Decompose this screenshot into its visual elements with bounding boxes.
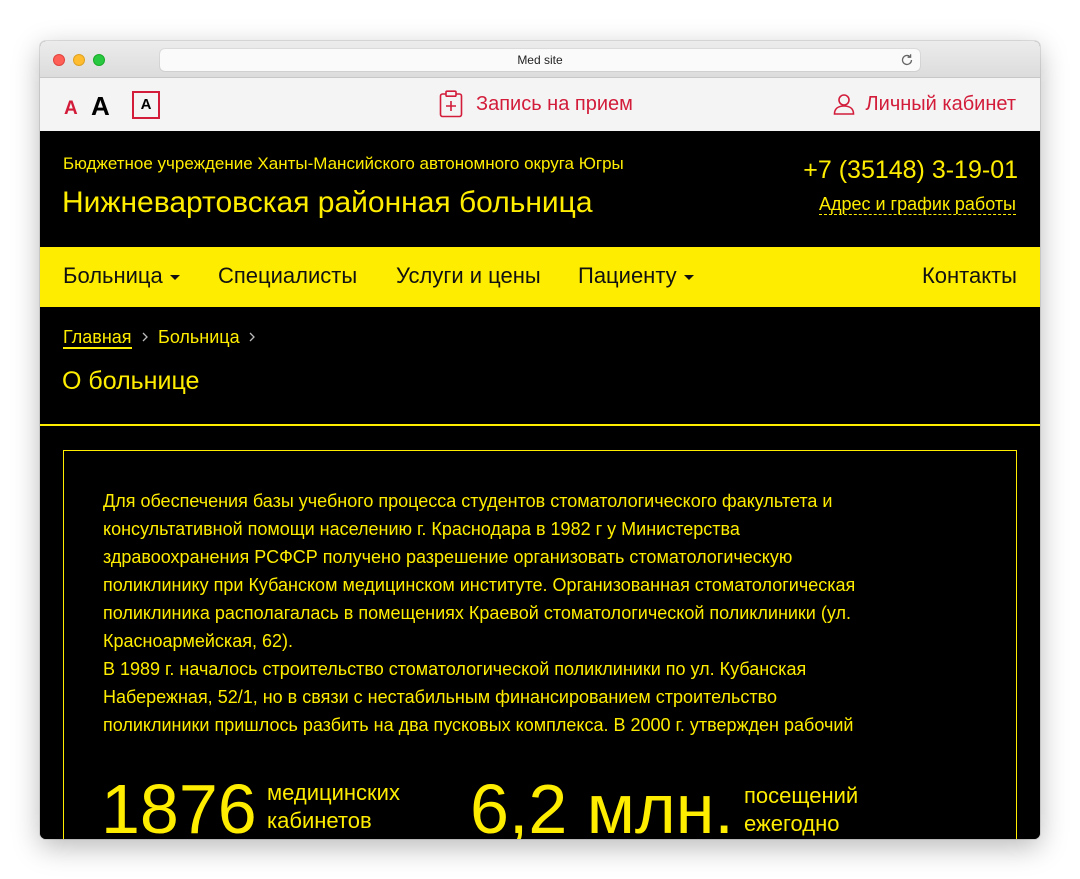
browser-titlebar: Med site — [40, 41, 1040, 78]
stat-cabinets-label: медицинских кабинетов — [267, 779, 400, 835]
nav-item-label: Услуги и цены — [396, 263, 541, 288]
text-line: Набережная, 52/1, но в связи с нестабиль… — [103, 687, 778, 707]
nav-item-hospital[interactable]: Больница — [63, 264, 180, 288]
text-line: Красноармейская, 62). — [103, 631, 293, 651]
personal-cabinet-label: Личный кабинет — [865, 92, 1016, 115]
text-line: поликлиники пришлось разбить на два пуск… — [103, 715, 854, 735]
breadcrumb: Главная Больница О больнице — [40, 307, 1040, 426]
font-size-normal-button[interactable]: A — [64, 99, 78, 118]
paragraph-1: Для обеспечения базы учебного процесса с… — [103, 487, 963, 655]
address-bar[interactable]: Med site — [160, 49, 920, 71]
stat-visits-label: посещений ежегодно — [744, 782, 858, 838]
nav-item-label: Больница — [63, 263, 163, 288]
appointment-link[interactable]: Запись на прием — [439, 90, 633, 118]
nav-item-contacts[interactable]: Контакты — [922, 264, 1017, 288]
accessibility-topbar: A A A Запись на прием Личный кабинет — [40, 78, 1040, 131]
appointment-label: Запись на прием — [476, 92, 633, 115]
text-line: здравоохранения РСФСР получено разрешени… — [103, 547, 793, 567]
clipboard-plus-icon — [439, 90, 463, 118]
address-bar-text: Med site — [517, 53, 563, 67]
main-content: Для обеспечения базы учебного процесса с… — [40, 426, 1040, 839]
user-icon — [833, 94, 854, 115]
breadcrumb-home-link[interactable]: Главная — [63, 327, 132, 349]
minimize-window-button[interactable] — [73, 54, 85, 66]
org-name[interactable]: Нижневартовская районная больница — [62, 186, 593, 220]
page-title: О больнице — [62, 367, 200, 395]
personal-cabinet-link[interactable]: Личный кабинет — [833, 90, 1016, 118]
stat-cabinets-value: 1876 — [101, 770, 257, 839]
nav-item-specialists[interactable]: Специалисты — [218, 264, 357, 288]
text-line: Для обеспечения базы учебного процесса с… — [103, 491, 833, 511]
chevron-down-icon — [683, 274, 694, 280]
text-line: поликлиника располагалась в помещениях К… — [103, 603, 851, 623]
contrast-mode-button[interactable]: A — [132, 91, 160, 119]
stat-label-line: кабинетов — [267, 808, 372, 833]
nav-item-services[interactable]: Услуги и цены — [396, 264, 541, 288]
nav-item-label: Специалисты — [218, 263, 358, 288]
stat-label-line: ежегодно — [744, 811, 840, 836]
stat-label-line: посещений — [744, 783, 859, 808]
text-line: В 1989 г. началось строительство стомато… — [103, 659, 807, 679]
text-line: консультативной помощи населению г. Крас… — [103, 519, 740, 539]
text-line: поликлинику при Кубанском медицинском ин… — [103, 575, 856, 595]
nav-item-label: Пациенту — [578, 263, 677, 288]
site-header: Бюджетное учреждение Ханты-Мансийского а… — [40, 131, 1040, 247]
address-schedule-link[interactable]: Адрес и график работы — [818, 194, 1016, 215]
nav-item-patients[interactable]: Пациенту — [578, 264, 694, 288]
chevron-down-icon — [169, 274, 180, 280]
chevron-right-icon — [249, 332, 255, 342]
close-window-button[interactable] — [53, 54, 65, 66]
reload-icon[interactable] — [900, 53, 914, 67]
phone-number[interactable]: +7 (35148) 3-19-01 — [803, 156, 1018, 185]
nav-item-label: Контакты — [921, 263, 1017, 288]
browser-window: Med site A A A Запись на прием Личный ка… — [40, 41, 1040, 839]
font-size-large-button[interactable]: A — [91, 93, 110, 119]
org-subtitle: Бюджетное учреждение Ханты-Мансийского а… — [63, 154, 624, 173]
maximize-window-button[interactable] — [93, 54, 105, 66]
main-nav: Больница Специалисты Услуги и цены Пацие… — [40, 247, 1040, 307]
about-content-box: Для обеспечения базы учебного процесса с… — [63, 450, 1017, 839]
stat-label-line: медицинских — [267, 780, 400, 805]
stat-visits-value: 6,2 млн. — [470, 770, 734, 839]
about-text: Для обеспечения базы учебного процесса с… — [103, 487, 963, 739]
paragraph-2: В 1989 г. началось строительство стомато… — [103, 655, 963, 739]
breadcrumb-hospital[interactable]: Больница — [158, 327, 240, 347]
chevron-right-icon — [142, 332, 148, 342]
